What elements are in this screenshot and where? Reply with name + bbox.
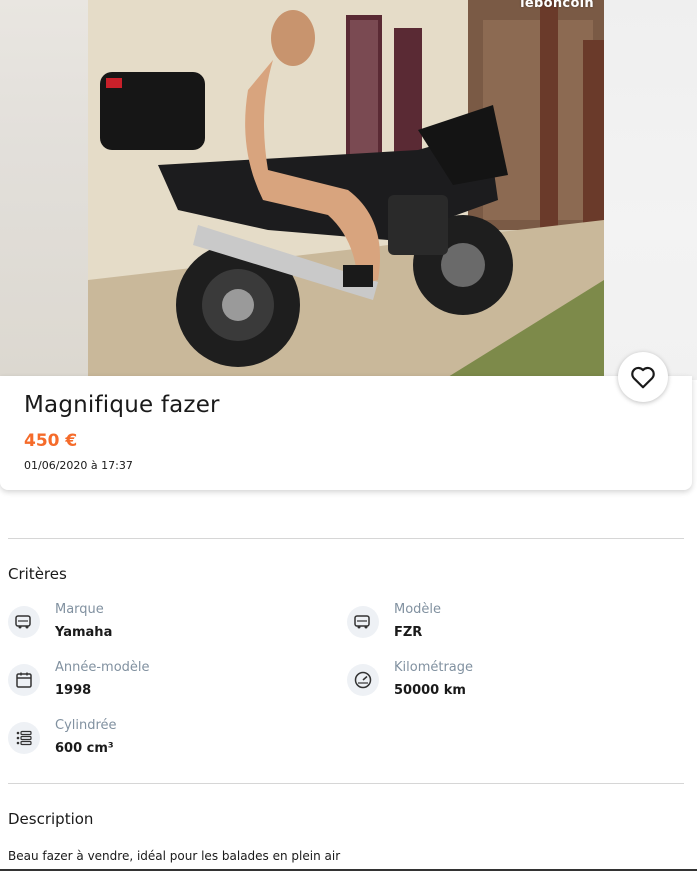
criteria-value: 600 cm³ <box>55 741 114 756</box>
speedometer-icon <box>347 664 379 696</box>
gallery-blur-right <box>604 0 697 380</box>
calendar-icon <box>8 664 40 696</box>
criteria-label: Cylindrée <box>55 718 117 733</box>
description-text: Beau fazer à vendre, idéal pour les bala… <box>8 849 341 863</box>
car-icon <box>347 606 379 638</box>
listing-title: Magnifique fazer <box>24 392 220 418</box>
criteria-label: Marque <box>55 602 104 617</box>
bottom-border <box>0 869 697 871</box>
car-icon <box>8 606 40 638</box>
listing-gallery[interactable]: leboncoin <box>0 0 697 380</box>
description-heading: Description <box>8 810 94 828</box>
gallery-blur-left <box>0 0 88 380</box>
photo-watermark: leboncoin <box>520 0 594 11</box>
criteria-value: 1998 <box>55 683 92 698</box>
criteria-label: Kilométrage <box>394 660 474 675</box>
listing-photo[interactable]: leboncoin <box>88 0 604 377</box>
criteria-value: 50000 km <box>394 683 466 698</box>
listing-date: 01/06/2020 à 17:37 <box>24 459 133 472</box>
criteria-label: Année-modèle <box>55 660 150 675</box>
criteria-value: Yamaha <box>55 625 113 640</box>
section-divider <box>8 538 684 539</box>
favorite-button[interactable] <box>618 352 668 402</box>
listing-photo-illustration <box>88 0 604 377</box>
listing-price: 450 € <box>24 431 78 451</box>
heart-outline-icon <box>631 366 655 389</box>
list-icon <box>8 722 40 754</box>
section-divider <box>8 783 684 784</box>
criteria-heading: Critères <box>8 565 67 583</box>
criteria-value: FZR <box>394 625 423 640</box>
criteria-label: Modèle <box>394 602 442 617</box>
